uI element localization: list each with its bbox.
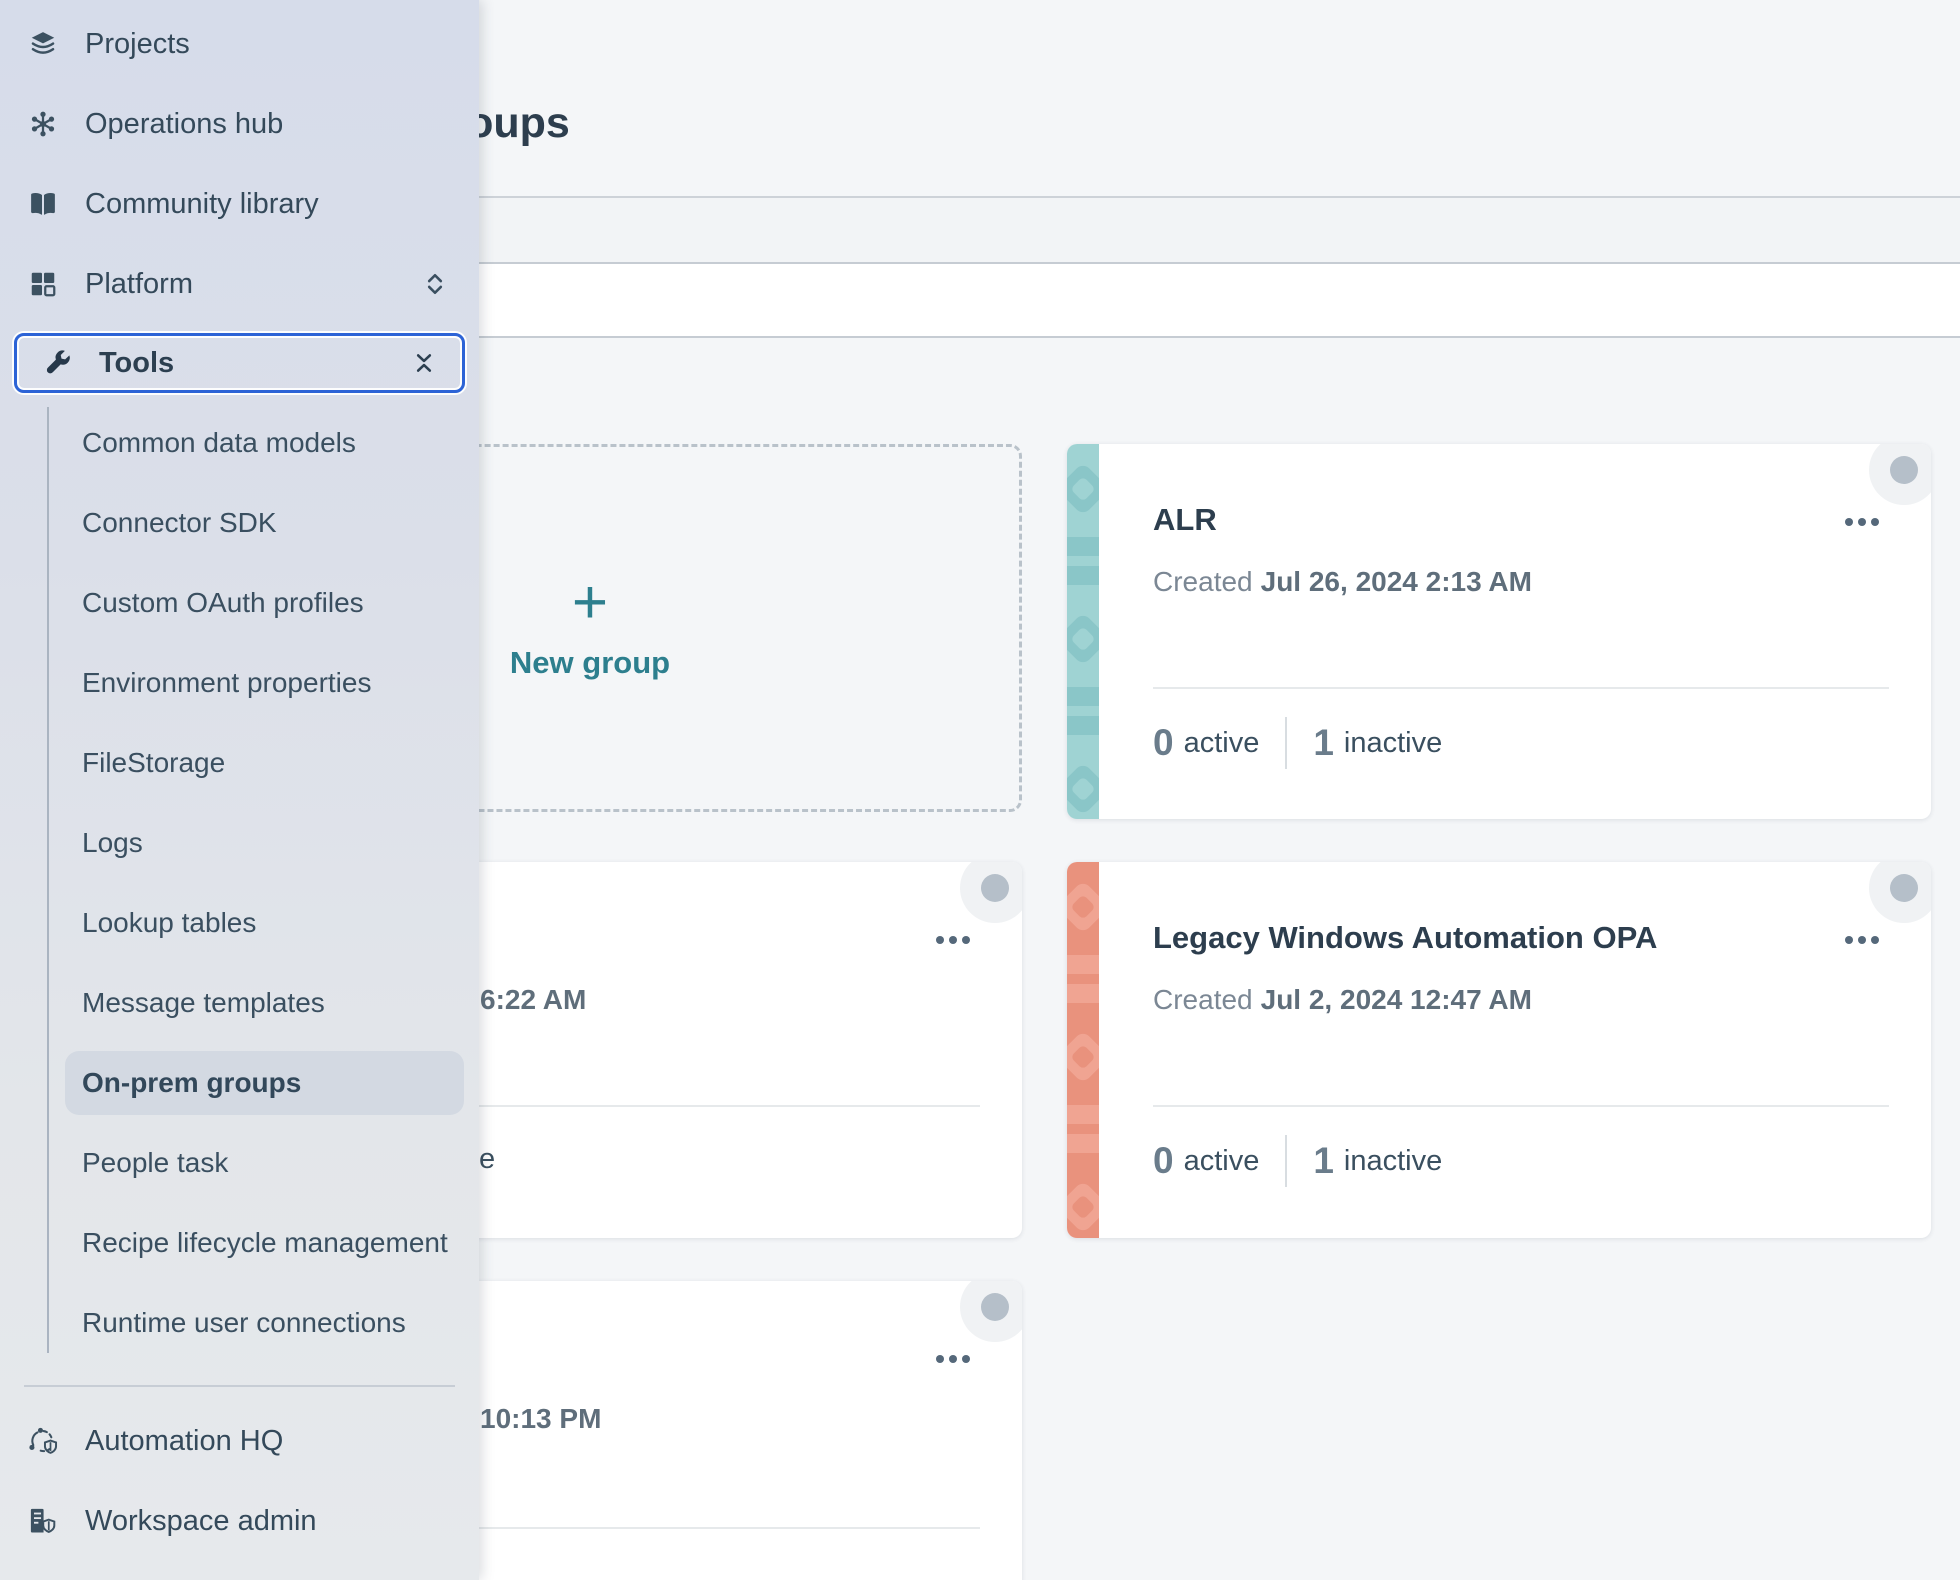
group-card-legacy-windows-automation-opa[interactable]: Legacy Windows Automation OPA Created Jul… <box>1067 862 1931 1238</box>
inactive-label: inactive <box>1343 1144 1443 1177</box>
created-line: Created Jul 2, 2024 12:47 AM <box>1153 984 1532 1015</box>
sidebar-item-label: Tools <box>99 346 175 379</box>
sidebar-subitem-logs[interactable]: Logs <box>0 803 479 883</box>
group-name: Legacy Windows Automation OPA <box>1153 920 1658 955</box>
stats-separator <box>1285 717 1288 769</box>
corner-dot-icon <box>981 874 1009 902</box>
corner-dot-icon <box>1890 456 1918 484</box>
group-card-alr[interactable]: ALR Created Jul 26, 2024 2:13 AM 0 active… <box>1067 444 1931 819</box>
sidebar-item-label: Operations hub <box>85 107 284 140</box>
created-line: Created Jul 26, 2024 2:13 AM <box>1153 566 1532 597</box>
agent-stats: 0 active 1 inactive <box>1153 1132 1442 1190</box>
card-divider <box>1153 687 1889 689</box>
sidebar-subitem-common-data-models[interactable]: Common data models <box>0 403 479 483</box>
sidebar-item-label: Workspace admin <box>85 1504 317 1537</box>
corner-dot-icon <box>981 1293 1009 1321</box>
inactive-label: inactive <box>1343 726 1443 759</box>
sidebar-item-automation-hq[interactable]: Automation HQ <box>0 1401 479 1481</box>
automation-hq-icon <box>28 1426 58 1456</box>
collapse-chevron-icon[interactable] <box>410 349 438 377</box>
workspace-admin-icon <box>28 1506 58 1536</box>
sidebar-subitem-runtime-user-connections[interactable]: Runtime user connections <box>0 1283 479 1363</box>
sidebar-subitem-filestorage[interactable]: FileStorage <box>0 723 479 803</box>
sidebar-subitem-recipe-lifecycle-management[interactable]: Recipe lifecycle management <box>0 1203 479 1283</box>
card-corner-handle[interactable] <box>1869 444 1931 505</box>
new-group-label: New group <box>509 644 671 680</box>
created-date: Jul 2, 2024 12:47 AM <box>1260 984 1532 1015</box>
group-name: ALR <box>1153 502 1217 537</box>
tools-submenu: Common data models Connector SDK Custom … <box>0 403 479 1363</box>
more-actions-button[interactable] <box>936 1355 970 1363</box>
card-corner-handle[interactable] <box>1869 862 1931 923</box>
layers-icon <box>28 29 58 59</box>
sidebar-divider <box>24 1385 455 1387</box>
expand-chevron-icon[interactable] <box>421 270 449 298</box>
plus-icon: + <box>571 568 609 638</box>
agent-stats: 0 active 1 inactive <box>1153 714 1442 772</box>
card-corner-handle[interactable] <box>960 1281 1022 1342</box>
stats-fragment: e <box>479 1143 496 1175</box>
card-corner-handle[interactable] <box>960 862 1022 923</box>
sidebar-subitem-custom-oauth-profiles[interactable]: Custom OAuth profiles <box>0 563 479 643</box>
corner-dot-icon <box>1890 874 1918 902</box>
inactive-count: 1 <box>1313 1140 1334 1181</box>
sidebar-item-workspace-admin[interactable]: Workspace admin <box>0 1481 479 1561</box>
sidebar: Projects Operations hub Community librar… <box>0 0 479 1580</box>
sidebar-item-label: Projects <box>85 27 190 60</box>
more-actions-button[interactable] <box>1845 936 1879 944</box>
sidebar-item-label: Automation HQ <box>85 1424 284 1457</box>
card-accent-strip <box>1067 862 1099 1238</box>
created-time-fragment: 6:22 AM <box>480 984 587 1015</box>
sidebar-item-label: Community library <box>85 187 319 220</box>
sidebar-item-operations-hub[interactable]: Operations hub <box>0 84 479 164</box>
active-count: 0 <box>1153 1140 1174 1181</box>
card-accent-strip <box>1067 444 1099 819</box>
open-book-icon <box>28 189 58 219</box>
sidebar-item-platform[interactable]: Platform <box>0 244 479 324</box>
card-divider <box>1153 1105 1889 1107</box>
stats-separator <box>1285 1135 1288 1187</box>
sidebar-item-community-library[interactable]: Community library <box>0 164 479 244</box>
created-date: Jul 26, 2024 2:13 AM <box>1260 566 1532 597</box>
sidebar-item-projects[interactable]: Projects <box>0 4 479 84</box>
active-label: active <box>1183 726 1260 759</box>
inactive-count: 1 <box>1313 722 1334 763</box>
platform-grid-icon <box>28 269 58 299</box>
sidebar-item-label: Platform <box>85 267 193 300</box>
wrench-icon <box>42 348 72 378</box>
active-count: 0 <box>1153 722 1174 763</box>
sidebar-bottom-section: Automation HQ Workspace admin <box>0 1401 479 1561</box>
more-actions-button[interactable] <box>1845 518 1879 526</box>
sidebar-subitem-connector-sdk[interactable]: Connector SDK <box>0 483 479 563</box>
sidebar-subitem-message-templates[interactable]: Message templates <box>0 963 479 1043</box>
active-subitem-pill: On-prem groups <box>65 1051 464 1115</box>
sidebar-subitem-lookup-tables[interactable]: Lookup tables <box>0 883 479 963</box>
sidebar-subitem-people-task[interactable]: People task <box>0 1123 479 1203</box>
created-time-fragment: 10:13 PM <box>480 1403 602 1434</box>
sidebar-subitem-on-prem-groups[interactable]: On-prem groups <box>0 1043 479 1123</box>
active-label: active <box>1183 1144 1260 1177</box>
sidebar-item-tools[interactable]: Tools <box>14 333 465 393</box>
on-prem-groups-page: On-prem groups + New group <box>0 0 1960 1580</box>
hub-icon <box>28 109 58 139</box>
sidebar-subitem-environment-properties[interactable]: Environment properties <box>0 643 479 723</box>
more-actions-button[interactable] <box>936 936 970 944</box>
